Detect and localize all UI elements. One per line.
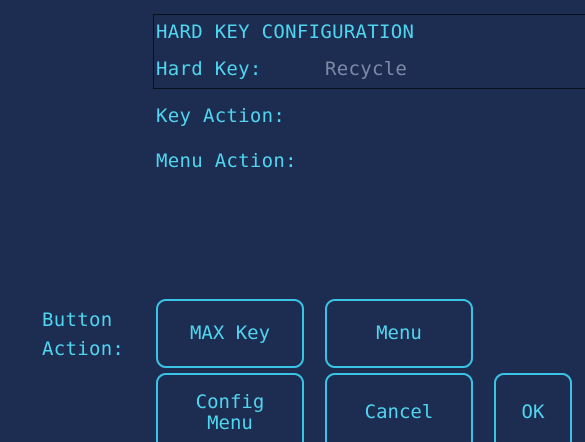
hard-key-label: Hard Key: [156,58,262,80]
config-menu-button[interactable]: Config Menu [156,373,304,442]
menu-button[interactable]: Menu [325,299,473,368]
hard-key-value: Recycle [325,58,408,80]
menu-action-label: Menu Action: [156,150,297,172]
hard-key-configuration-screen: HARD KEY CONFIGURATION Hard Key: Recycle… [0,0,585,442]
ok-button[interactable]: OK [494,373,572,442]
max-key-button[interactable]: MAX Key [156,299,304,368]
key-action-label: Key Action: [156,105,286,127]
cancel-button[interactable]: Cancel [325,373,473,442]
page-title: HARD KEY CONFIGURATION [156,21,415,43]
button-action-label: Button Action: [42,309,125,360]
